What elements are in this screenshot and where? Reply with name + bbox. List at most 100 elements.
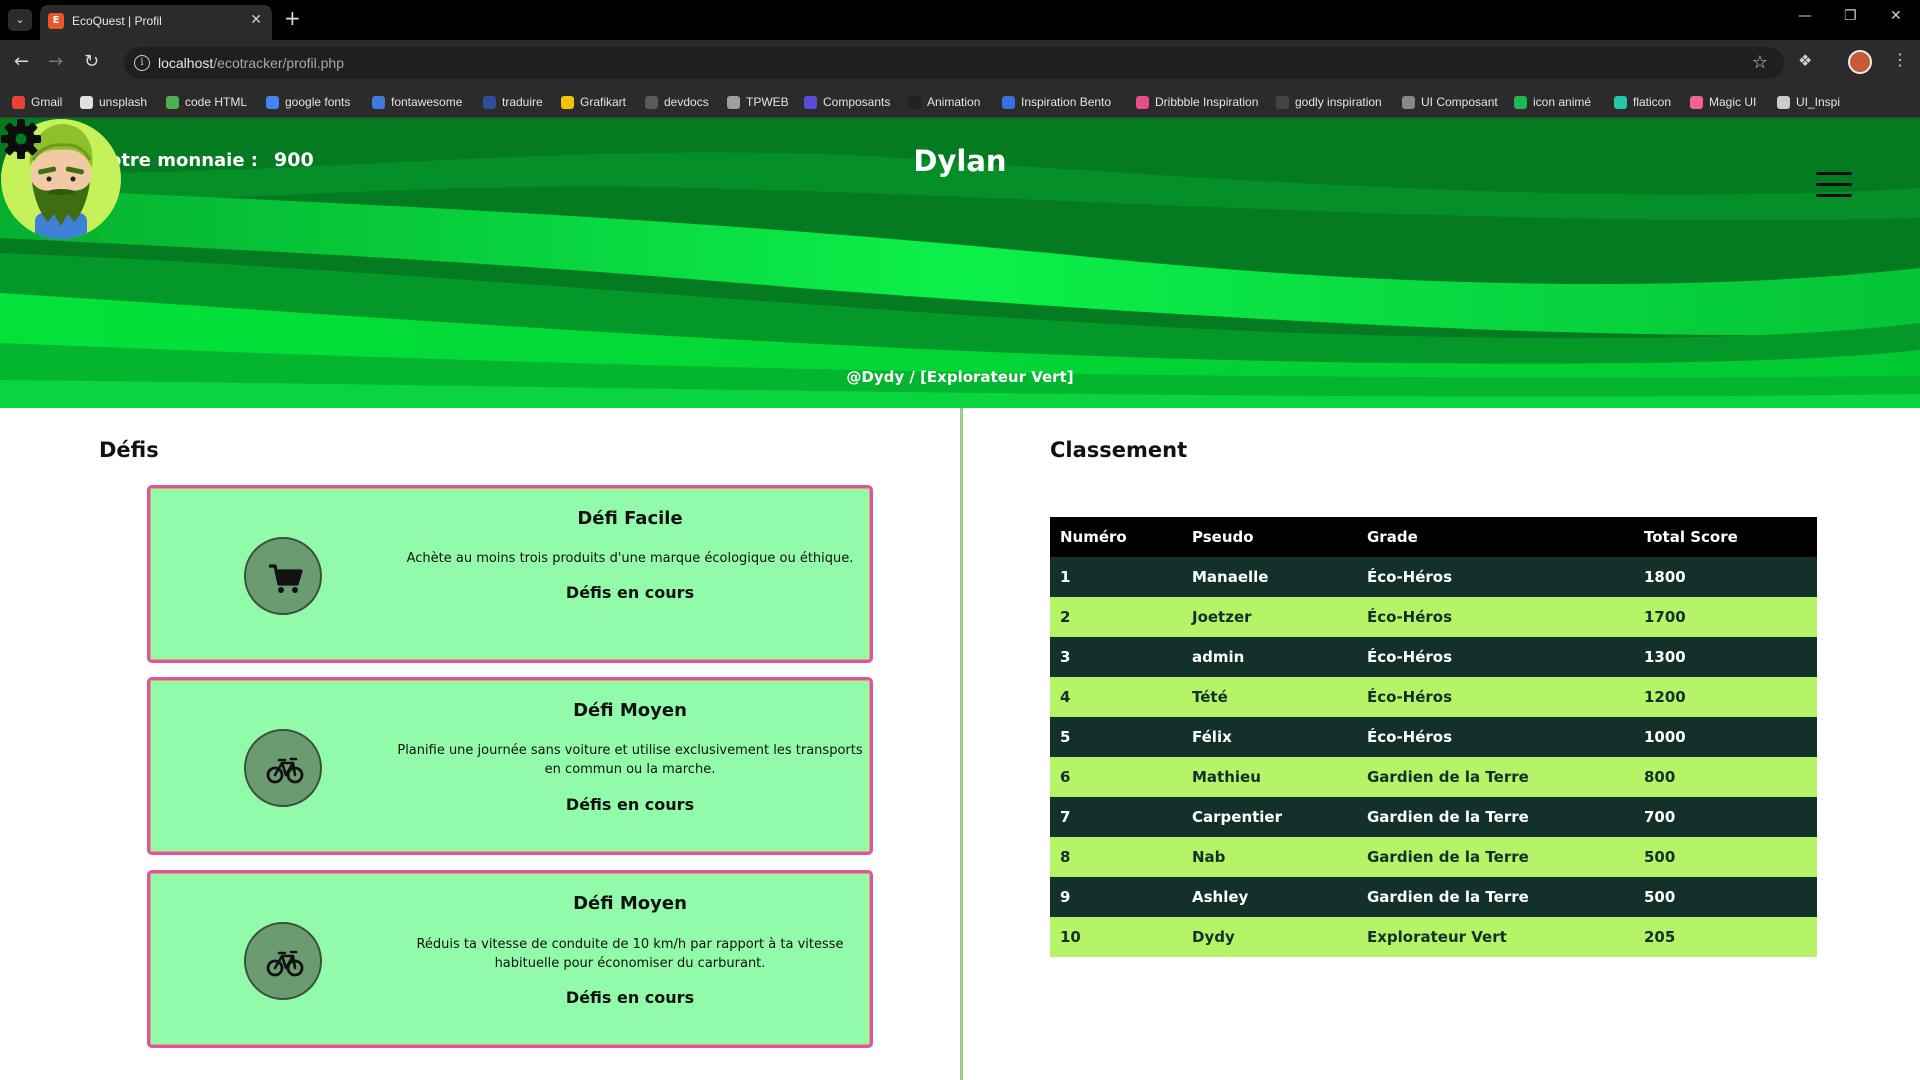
- table-cell: 9: [1050, 877, 1182, 917]
- table-cell: 8: [1050, 837, 1182, 877]
- bookmark-label: Animation: [927, 95, 981, 109]
- bookmark-item[interactable]: Inspiration Bento: [1002, 92, 1111, 112]
- profile-header: Votre monnaie :900 Dylan @Dydy / [Explor…: [0, 118, 1920, 408]
- table-cell: Nab: [1182, 837, 1357, 877]
- column-header: Pseudo: [1182, 517, 1357, 557]
- bookmark-item[interactable]: code HTML: [166, 92, 247, 112]
- bookmark-label: Composants: [823, 95, 891, 109]
- browser-menu-icon[interactable]: ⋮: [1892, 50, 1908, 69]
- bookmark-star-icon[interactable]: ☆: [1752, 52, 1768, 73]
- table-cell: Éco-Héros: [1357, 637, 1634, 677]
- tab-title: EcoQuest | Profil: [72, 14, 162, 28]
- back-icon[interactable]: ←: [14, 52, 29, 72]
- bookmark-label: UI_Inspi: [1796, 95, 1841, 109]
- browser-tab[interactable]: E EcoQuest | Profil ✕: [40, 5, 272, 40]
- url-path: /ecotracker/profil.php: [213, 55, 344, 71]
- table-cell: Dydy: [1182, 917, 1357, 957]
- minimize-icon[interactable]: —: [1798, 8, 1812, 24]
- bookmark-favicon-icon: [483, 95, 496, 109]
- challenge-status: Défis en cours: [565, 988, 695, 1007]
- table-cell: 6: [1050, 757, 1182, 797]
- table-row: 4 Tété Éco-Héros 1200: [1050, 677, 1817, 717]
- hamburger-line: [1816, 183, 1852, 186]
- bookmark-favicon-icon: [804, 95, 817, 109]
- bookmark-favicon-icon: [645, 95, 658, 109]
- bookmark-item[interactable]: TPWEB: [727, 92, 789, 112]
- challenge-card[interactable]: Défi Facile Achète au moins trois produi…: [147, 485, 873, 663]
- table-row: 1 Manaelle Éco-Héros 1800: [1050, 557, 1817, 597]
- table-row: 2 Joetzer Éco-Héros 1700: [1050, 597, 1817, 637]
- browser-tab-bar: ⌄ E EcoQuest | Profil ✕ + — ❐ ✕: [0, 0, 1920, 40]
- table-cell: 1: [1050, 557, 1182, 597]
- table-cell: Éco-Héros: [1357, 717, 1634, 757]
- table-cell: 700: [1634, 797, 1817, 837]
- bookmark-item[interactable]: Animation: [908, 92, 980, 112]
- gear-icon[interactable]: [0, 118, 42, 160]
- bookmarks-bar: Gmail unsplash code HTML google fonts fontaw…: [0, 86, 1920, 118]
- bicycle-icon: [244, 729, 322, 807]
- bookmark-label: TPWEB: [746, 95, 789, 109]
- forward-icon[interactable]: →: [48, 52, 63, 72]
- bookmark-item[interactable]: godly inspiration: [1276, 92, 1382, 112]
- table-cell: Gardien de la Terre: [1357, 877, 1634, 917]
- bookmark-label: Gmail: [31, 95, 63, 109]
- bookmark-item[interactable]: flaticon: [1614, 92, 1671, 112]
- bookmark-item[interactable]: Dribbble Inspiration: [1136, 92, 1258, 112]
- table-cell: 800: [1634, 757, 1817, 797]
- table-cell: Manaelle: [1182, 557, 1357, 597]
- table-cell: Félix: [1182, 717, 1357, 757]
- cart-icon: [244, 537, 322, 615]
- column-header: Grade: [1357, 517, 1634, 557]
- challenge-card[interactable]: Défi Moyen Réduis ta vitesse de conduite…: [147, 870, 873, 1048]
- bookmark-item[interactable]: Magic UI: [1690, 92, 1756, 112]
- bookmark-favicon-icon: [1002, 95, 1015, 109]
- table-cell: 205: [1634, 917, 1817, 957]
- bookmark-label: traduire: [502, 95, 543, 109]
- bookmark-item[interactable]: google fonts: [266, 92, 350, 112]
- bookmark-item[interactable]: UI Composant: [1402, 92, 1498, 112]
- profile-avatar-icon[interactable]: [1848, 50, 1872, 74]
- extensions-icon[interactable]: ❖: [1798, 51, 1812, 70]
- hamburger-line: [1816, 172, 1852, 175]
- reload-icon[interactable]: ↻: [84, 52, 99, 72]
- restore-icon[interactable]: ❐: [1844, 8, 1857, 24]
- tab-search-button[interactable]: ⌄: [8, 9, 32, 31]
- bookmark-item[interactable]: icon animé: [1514, 92, 1591, 112]
- table-cell: 4: [1050, 677, 1182, 717]
- bookmark-item[interactable]: UI_Inspi: [1777, 92, 1840, 112]
- site-info-icon[interactable]: i: [134, 55, 150, 71]
- bookmark-label: code HTML: [185, 95, 248, 109]
- table-cell: Joetzer: [1182, 597, 1357, 637]
- bookmark-favicon-icon: [908, 95, 921, 109]
- table-header-row: Numéro Pseudo Grade Total Score: [1050, 517, 1817, 557]
- table-row: 9 Ashley Gardien de la Terre 500: [1050, 877, 1817, 917]
- challenge-title: Défi Facile: [577, 508, 683, 529]
- user-handle: @Dydy / [Explorateur Vert]: [846, 368, 1074, 386]
- bookmark-item[interactable]: traduire: [483, 92, 543, 112]
- bookmark-favicon-icon: [561, 95, 574, 109]
- hamburger-icon[interactable]: [1816, 172, 1852, 198]
- new-tab-icon[interactable]: +: [284, 8, 301, 28]
- bookmark-favicon-icon: [1614, 95, 1627, 109]
- table-cell: Ashley: [1182, 877, 1357, 917]
- bicycle-icon: [244, 922, 322, 1000]
- bookmark-item[interactable]: devdocs: [645, 92, 709, 112]
- bookmark-item[interactable]: fontawesome: [372, 92, 462, 112]
- column-header: Numéro: [1050, 517, 1182, 557]
- bookmark-item[interactable]: Grafikart: [561, 92, 626, 112]
- bookmark-label: godly inspiration: [1295, 95, 1382, 109]
- hamburger-line: [1816, 194, 1852, 197]
- bookmark-item[interactable]: Composants: [804, 92, 890, 112]
- bookmark-label: icon animé: [1533, 95, 1592, 109]
- bookmark-item[interactable]: Gmail: [12, 92, 62, 112]
- table-cell: 7: [1050, 797, 1182, 837]
- challenge-title: Défi Moyen: [573, 700, 687, 721]
- url-host: localhost: [158, 55, 214, 71]
- bookmark-item[interactable]: unsplash: [80, 92, 147, 112]
- window-close-icon[interactable]: ✕: [1890, 8, 1902, 24]
- bookmark-label: devdocs: [664, 95, 709, 109]
- url-input[interactable]: i localhost/ecotracker/profil.php ☆: [124, 47, 1784, 79]
- table-row: 8 Nab Gardien de la Terre 500: [1050, 837, 1817, 877]
- challenge-card[interactable]: Défi Moyen Planifie une journée sans voi…: [147, 677, 873, 855]
- tab-close-icon[interactable]: ✕: [250, 12, 262, 28]
